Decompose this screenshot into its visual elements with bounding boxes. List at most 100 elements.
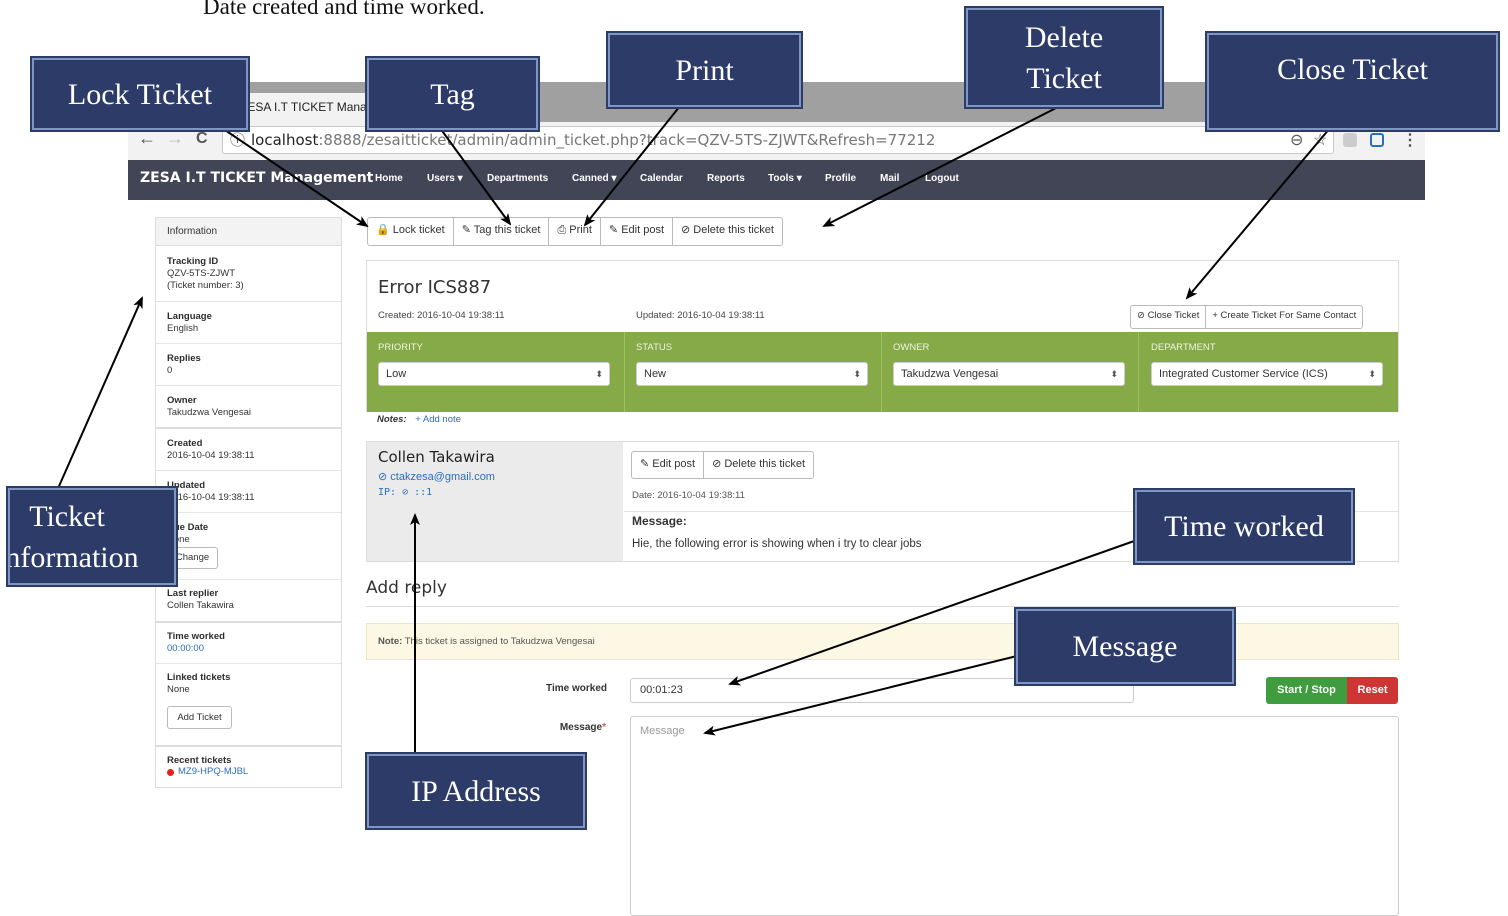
browser-tab[interactable]: ZESA I.T TICKET Management <box>232 93 372 122</box>
updated-label: Updated <box>167 480 205 491</box>
language-block: Language English <box>167 311 212 335</box>
edit-post-button[interactable]: ✎ Edit post <box>601 218 673 245</box>
time-worked-value: 00:00:00 <box>167 643 204 654</box>
address-bar[interactable]: localhost:8888/zesaitticket/admin/admin_… <box>222 126 1334 154</box>
post-author-email[interactable]: ⊘ ctakzesa@gmail.com <box>378 470 495 483</box>
time-worked-field-label: Time worked <box>546 683 607 694</box>
time-worked-block: Time worked 00:00:00 <box>167 631 225 655</box>
app-brand[interactable]: ZESA I.T TICKET Management <box>140 170 373 186</box>
ticket-number: (Ticket number: 3) <box>167 280 244 291</box>
close-ticket-button[interactable]: ⊘ Close Ticket <box>1131 306 1207 328</box>
post-date: Date: 2016-10-04 19:38:11 <box>632 490 745 501</box>
owner-block: Owner Takudzwa Vengesai <box>167 395 251 419</box>
delete-ticket-button[interactable]: ⊘ Delete this ticket <box>673 218 782 245</box>
bookmark-star-icon[interactable]: ☆ <box>1313 130 1327 150</box>
time-worked-label: Time worked <box>167 631 225 642</box>
reload-icon[interactable]: C <box>196 130 208 148</box>
linked-tickets-label: Linked tickets <box>167 672 231 683</box>
ticket-updated: Updated: 2016-10-04 19:38:11 <box>636 310 765 321</box>
recent-ticket-link[interactable]: MZ9-HPQ-MJBL <box>178 766 248 777</box>
ticket-created: Created: 2016-10-04 19:38:11 <box>378 310 505 321</box>
language-value: English <box>167 323 199 334</box>
department-select[interactable]: Integrated Customer Service (ICS) ⬍ <box>1151 362 1383 386</box>
callout-ip-address: IP Address <box>365 752 587 830</box>
updated-block: Updated 2016-10-04 19:38:11 <box>167 480 255 504</box>
nav-home[interactable]: Home <box>375 173 403 184</box>
message-label-text: Message <box>559 722 603 733</box>
created-value: 2016-10-04 19:38:11 <box>167 450 255 461</box>
divider <box>881 332 882 412</box>
tracking-id-block: Tracking ID QZV-5TS-ZJWT (Ticket number:… <box>167 256 244 292</box>
zoom-icon[interactable]: ⊖ <box>1290 130 1303 150</box>
notes-label: Notes: <box>377 414 407 425</box>
message-textarea[interactable]: Message <box>630 716 1399 916</box>
nav-canned[interactable]: Canned ▾ <box>572 173 616 184</box>
lock-ticket-button[interactable]: 🔒 Lock ticket <box>368 218 454 245</box>
open-status-dot-icon <box>167 769 174 776</box>
notes-row: Notes: + Add note <box>377 414 461 425</box>
add-linked-ticket-button[interactable]: Add Ticket <box>167 706 232 729</box>
callout-print: Print <box>606 31 803 109</box>
add-reply-title: Add reply <box>366 578 447 598</box>
priority-select[interactable]: Low ⬍ <box>378 362 610 386</box>
callout-ticket-information-text: Ticket Information <box>8 499 139 574</box>
note-label: Note: <box>378 636 403 647</box>
select-arrow-icon: ⬍ <box>1368 369 1376 379</box>
select-arrow-icon: ⬍ <box>853 369 861 379</box>
select-arrow-icon: ⬍ <box>595 369 603 379</box>
post-message-label: Message: <box>632 514 687 528</box>
extension-2-icon[interactable] <box>1370 133 1384 147</box>
divider <box>366 606 1399 607</box>
divider <box>156 301 341 302</box>
divider <box>156 579 341 580</box>
arrow-ticket-information <box>55 296 143 494</box>
browser-menu-icon[interactable]: ⋮ <box>1402 130 1418 150</box>
owner-select[interactable]: Takudzwa Vengesai ⬍ <box>893 362 1125 386</box>
site-info-icon[interactable]: ⓘ <box>230 129 245 150</box>
divider <box>156 427 341 429</box>
create-same-contact-button[interactable]: + Create Ticket For Same Contact <box>1206 306 1362 328</box>
nav-profile[interactable]: Profile <box>825 173 856 184</box>
post-edit-button[interactable]: ✎ Edit post <box>632 452 705 478</box>
nav-users[interactable]: Users ▾ <box>427 173 463 184</box>
tracking-id-label: Tracking ID <box>167 256 219 267</box>
add-note-link[interactable]: + Add note <box>415 414 461 425</box>
updated-value: 2016-10-04 19:38:11 <box>167 492 255 503</box>
linked-tickets-value: None <box>167 684 190 695</box>
status-select[interactable]: New ⬍ <box>636 362 868 386</box>
nav-departments[interactable]: Departments <box>487 173 548 184</box>
callout-lock-ticket: Lock Ticket <box>30 56 250 132</box>
back-icon[interactable]: ← <box>138 128 156 149</box>
callout-delete-ticket: Delete Ticket <box>964 6 1164 109</box>
linked-tickets-block: Linked tickets None <box>167 672 230 696</box>
start-stop-timer-button[interactable]: Start / Stop <box>1266 677 1347 704</box>
extension-icon[interactable] <box>1343 133 1357 147</box>
nav-tools[interactable]: Tools ▾ <box>768 173 802 184</box>
post-author-name: Collen Takawira <box>378 448 495 466</box>
nav-mail[interactable]: Mail <box>880 173 899 184</box>
nav-logout[interactable]: Logout <box>925 173 959 184</box>
nav-calendar[interactable]: Calendar <box>640 173 683 184</box>
created-label: Created <box>167 438 203 449</box>
post-actions: ✎ Edit post ⊘ Delete this ticket <box>631 451 815 479</box>
divider <box>624 332 625 412</box>
replies-label: Replies <box>167 353 201 364</box>
replies-block: Replies 0 <box>167 353 201 377</box>
tag-ticket-button[interactable]: ✎ Tag this ticket <box>454 218 550 245</box>
post-delete-button[interactable]: ⊘ Delete this ticket <box>704 452 813 478</box>
ticket-toolbar: 🔒 Lock ticket ✎ Tag this ticket ⎙ Print … <box>367 217 783 246</box>
divider <box>156 385 341 386</box>
post-message-text: Hie, the following error is showing when… <box>632 538 922 550</box>
url-path: :8888/zesaitticket/admin/admin_ticket.ph… <box>318 131 936 149</box>
owner-label: Owner <box>167 395 197 406</box>
reset-timer-button[interactable]: Reset <box>1347 677 1398 704</box>
post-author-ip[interactable]: IP: ⊘ ::1 <box>378 487 432 498</box>
assignment-note: Note: This ticket is assigned to Takudzw… <box>366 623 1399 660</box>
message-field-label: Message* <box>506 722 606 733</box>
nav-reports[interactable]: Reports <box>707 173 745 184</box>
ticket-subject: Error ICS887 <box>378 277 492 298</box>
callout-close-ticket: Close Ticket <box>1205 31 1500 132</box>
print-button[interactable]: ⎙ Print <box>549 218 601 245</box>
required-marker: * <box>602 722 606 733</box>
forward-icon[interactable]: → <box>166 128 184 149</box>
